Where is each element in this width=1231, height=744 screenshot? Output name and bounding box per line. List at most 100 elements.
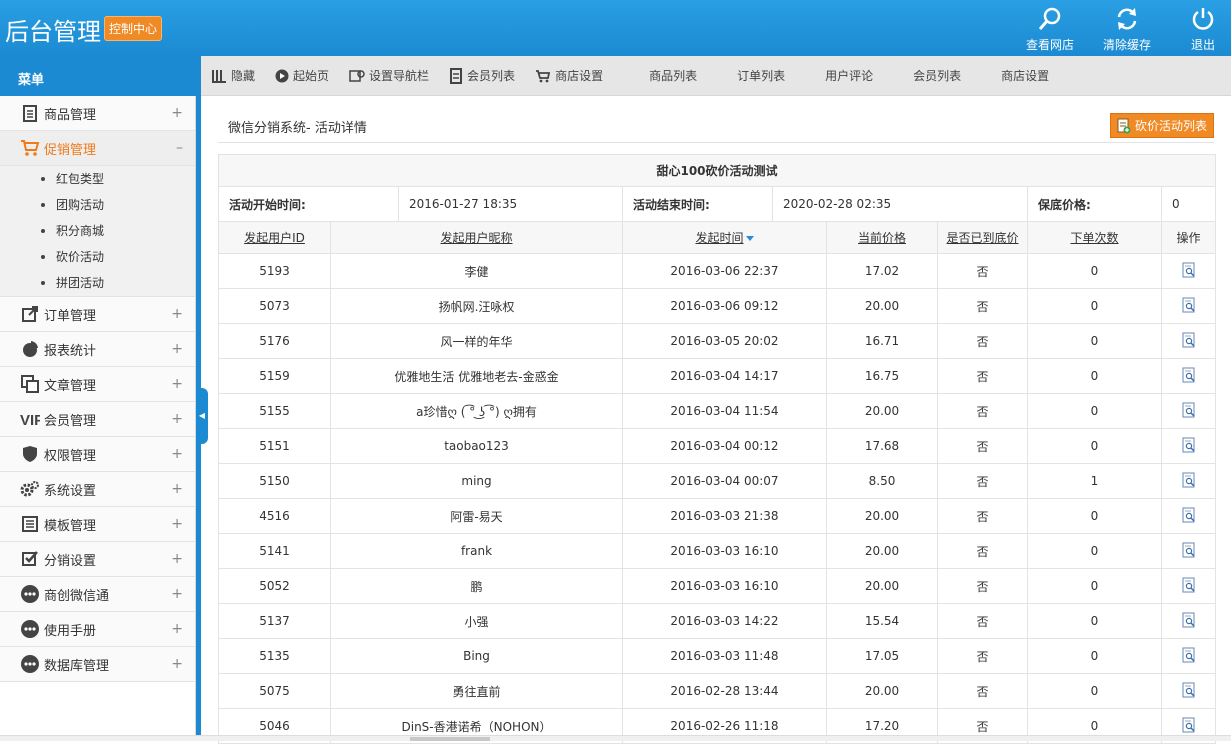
horizontal-scrollbar[interactable] — [0, 735, 1231, 741]
sidebar-item-goods[interactable]: 商品管理 + — [0, 96, 195, 131]
view-detail-icon[interactable] — [1182, 297, 1196, 316]
cell-nickname: 优雅地生活 优雅地老去-金惑金 — [330, 358, 623, 394]
bargain-list-label: 砍价活动列表 — [1134, 119, 1207, 133]
tab-label: 会员列表 — [467, 69, 516, 83]
col-start-time: 发起时间 — [622, 221, 827, 254]
expand-icon: + — [171, 586, 183, 602]
cell-start-time: 2016-03-03 14:22 — [622, 603, 827, 639]
view-detail-icon[interactable] — [1182, 437, 1196, 456]
submenu-item-points-mall[interactable]: 积分商城 — [0, 218, 195, 244]
tab-nav-settings[interactable]: 设置导航栏 — [349, 67, 429, 84]
submenu-item-group-buy[interactable]: 团购活动 — [0, 192, 195, 218]
sidebar-item-permissions[interactable]: 权限管理 + — [0, 437, 195, 472]
cell-price: 20.00 — [826, 498, 938, 534]
tab-shop-settings[interactable]: 商店设置 — [535, 67, 603, 84]
cell-order-count: 0 — [1027, 638, 1162, 674]
clear-cache-label: 清除缓存 — [1102, 38, 1151, 52]
view-detail-icon[interactable] — [1182, 402, 1196, 421]
table-row: 5073 扬帆网.汪咏权 2016-03-06 09:12 20.00 否 0 — [218, 288, 1217, 324]
view-detail-icon[interactable] — [1182, 332, 1196, 351]
table-row: 5159 优雅地生活 优雅地老去-金惑金 2016-03-04 14:17 16.75… — [218, 358, 1217, 394]
scrollbar-thumb[interactable] — [410, 737, 490, 741]
view-detail-icon[interactable] — [1182, 577, 1196, 596]
cell-floor-reached: 否 — [937, 568, 1028, 604]
sidebar-item-database[interactable]: 数据库管理 + — [0, 647, 195, 682]
sidebar-item-members[interactable]: VIP 会员管理 + — [0, 402, 195, 437]
sort-order-count-link[interactable]: 下单次数 — [1070, 231, 1118, 245]
view-detail-icon[interactable] — [1182, 682, 1196, 701]
tab-goods-list[interactable]: 商品列表 — [629, 67, 717, 84]
cell-start-time: 2016-03-04 00:07 — [622, 463, 827, 499]
col-actions: 操作 — [1160, 221, 1217, 254]
cell-order-count: 0 — [1027, 533, 1162, 569]
sort-start-time-link[interactable]: 发起时间 — [695, 231, 743, 245]
reserve-price-value: 0 — [1160, 186, 1217, 222]
view-detail-icon[interactable] — [1182, 542, 1196, 561]
tab-user-comments[interactable]: 用户评论 — [805, 67, 893, 84]
member-list-icon — [450, 67, 463, 84]
view-detail-icon[interactable] — [1182, 647, 1196, 666]
sidebar-collapse-handle[interactable]: ◀ — [196, 388, 208, 444]
table-row: 5075 勇往直前 2016-02-28 13:44 20.00 否 0 — [218, 673, 1217, 709]
cell-floor-reached: 否 — [937, 603, 1028, 639]
table-row: 5176 风一样的年华 2016-03-05 20:02 16.71 否 0 — [218, 323, 1217, 359]
view-detail-icon[interactable] — [1182, 262, 1196, 281]
clear-cache-button[interactable]: 清除缓存 — [1092, 6, 1162, 53]
tab-shop-settings-2[interactable]: 商店设置 — [981, 67, 1069, 84]
table-row: 5141 frank 2016-03-03 16:10 20.00 否 0 — [218, 533, 1217, 569]
cell-nickname: frank — [330, 533, 623, 569]
tab-home[interactable]: 起始页 — [275, 67, 329, 84]
sidebar-item-wechat[interactable]: 商创微信通 + — [0, 577, 195, 612]
sidebar-item-orders[interactable]: 订单管理 + — [0, 297, 195, 332]
tab-member-list[interactable]: 会员列表 — [449, 67, 515, 84]
col-floor-reached: 是否已到底价 — [937, 221, 1028, 254]
more-icon — [20, 584, 40, 604]
tab-member-list-2[interactable]: 会员列表 — [893, 67, 981, 84]
view-detail-icon[interactable] — [1182, 717, 1196, 736]
sidebar-item-label: 权限管理 — [44, 448, 97, 464]
cell-actions — [1160, 463, 1217, 499]
page-title: 微信分销系统- 活动详情 — [218, 110, 1214, 143]
view-detail-icon[interactable] — [1182, 472, 1196, 491]
tab-order-list[interactable]: 订单列表 — [717, 67, 805, 84]
sidebar-item-system[interactable]: 系统设置 + — [0, 472, 195, 507]
sidebar-item-reports[interactable]: 报表统计 + — [0, 332, 195, 367]
logout-button[interactable]: 退出 — [1168, 6, 1231, 53]
cell-nickname: 阿雷-易天 — [330, 498, 623, 534]
sidebar-item-promotion[interactable]: 促销管理 – — [0, 131, 195, 166]
cell-user-id: 5052 — [218, 568, 331, 604]
view-detail-icon[interactable] — [1182, 367, 1196, 386]
power-icon — [1168, 6, 1231, 32]
view-detail-icon[interactable] — [1182, 507, 1196, 526]
sidebar-item-distribution[interactable]: 分销设置 + — [0, 542, 195, 577]
sidebar-item-templates[interactable]: 模板管理 + — [0, 507, 195, 542]
tab-label: 商店设置 — [555, 69, 604, 83]
table-row: 5193 李健 2016-03-06 22:37 17.02 否 0 — [218, 253, 1217, 289]
svg-text:VIP: VIP — [20, 412, 40, 428]
sidebar-item-articles[interactable]: 文章管理 + — [0, 367, 195, 402]
cell-user-id: 5141 — [218, 533, 331, 569]
end-time-value: 2020-02-28 02:35 — [772, 186, 1028, 222]
cell-order-count: 0 — [1027, 673, 1162, 709]
cell-user-id: 5137 — [218, 603, 331, 639]
table-row: 5052 鹏 2016-03-03 16:10 20.00 否 0 — [218, 568, 1217, 604]
tab-label: 起始页 — [293, 69, 330, 83]
sidebar-item-manual[interactable]: 使用手册 + — [0, 612, 195, 647]
sort-floor-link[interactable]: 是否已到底价 — [946, 231, 1018, 245]
submenu-item-bonus-type[interactable]: 红包类型 — [0, 166, 195, 192]
cell-order-count: 0 — [1027, 603, 1162, 639]
cell-price: 8.50 — [826, 463, 938, 499]
sidebar-item-label: 系统设置 — [44, 483, 97, 499]
sort-user-id-link[interactable]: 发起用户ID — [244, 231, 305, 245]
view-shop-button[interactable]: 查看网店 — [1015, 6, 1085, 53]
sort-nickname-link[interactable]: 发起用户昵称 — [440, 231, 512, 245]
cell-floor-reached: 否 — [937, 288, 1028, 324]
vip-icon: VIP — [20, 409, 40, 429]
submenu-item-bargain[interactable]: 砍价活动 — [0, 244, 195, 270]
tab-hide[interactable]: 隐藏 — [211, 67, 255, 84]
bargain-list-button[interactable]: 砍价活动列表 — [1109, 113, 1214, 138]
cell-user-id: 5135 — [218, 638, 331, 674]
view-detail-icon[interactable] — [1182, 612, 1196, 631]
sort-price-link[interactable]: 当前价格 — [858, 231, 906, 245]
submenu-item-team-buy[interactable]: 拼团活动 — [0, 270, 195, 296]
